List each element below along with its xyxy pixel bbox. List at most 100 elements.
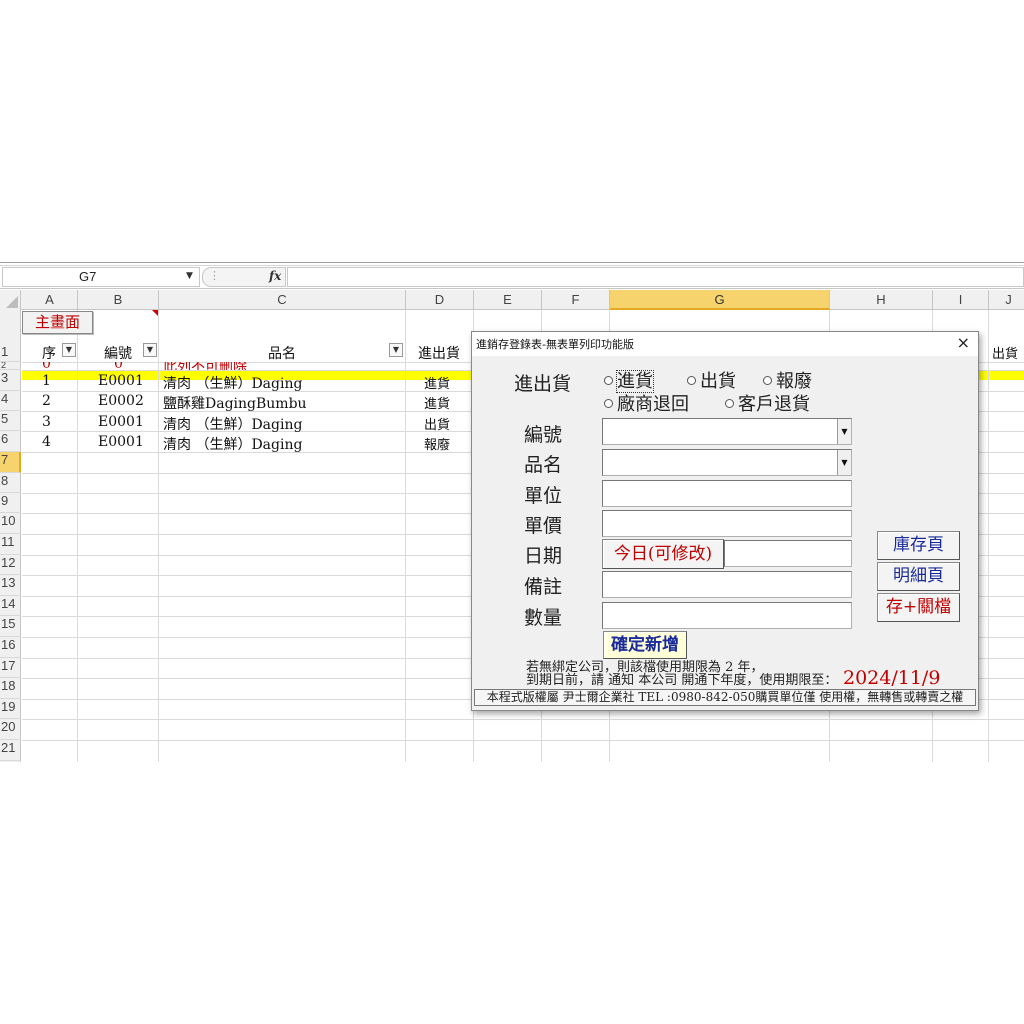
radio-vendor-return[interactable]: 廠商退回 — [604, 390, 689, 416]
column-header-i[interactable]: I — [933, 290, 989, 310]
row-header[interactable]: 3 — [0, 370, 21, 391]
radio-circle-icon — [604, 376, 613, 385]
chevron-down-icon[interactable]: ▼ — [837, 419, 851, 444]
header-name: 品名 — [268, 346, 296, 362]
table-cell-code[interactable]: E0002 — [98, 393, 144, 409]
column-header-d[interactable]: D — [406, 290, 474, 310]
row-header[interactable]: 11 — [0, 534, 21, 555]
table-cell-type[interactable]: 報廢 — [424, 434, 450, 453]
row-header[interactable]: 5 — [0, 411, 21, 431]
row-header[interactable]: 9 — [0, 493, 21, 513]
header-seq: 序 — [42, 346, 56, 362]
chevron-down-icon[interactable]: ▼ — [837, 450, 851, 475]
price-field[interactable] — [602, 510, 852, 537]
label-qty: 數量 — [524, 607, 563, 629]
table-cell-code[interactable]: E0001 — [98, 414, 144, 430]
close-icon[interactable]: × — [957, 333, 970, 352]
table-cell-code[interactable]: E0001 — [98, 434, 144, 450]
name-box[interactable]: G7 — [2, 267, 200, 287]
detail-page-button[interactable]: 明細頁 — [877, 562, 960, 591]
table-cell-seq[interactable]: 1 — [42, 373, 51, 389]
license-note-line2: 到期日前，請 通知 本公司 開通下年度，使用期限至： — [526, 673, 838, 688]
label-remark: 備註 — [524, 576, 563, 598]
radio-circle-icon — [763, 376, 772, 385]
column-header-g[interactable]: G — [610, 290, 830, 310]
remark-field[interactable] — [602, 571, 852, 598]
column-header-j[interactable]: J — [989, 290, 1024, 310]
qty-field[interactable] — [602, 602, 852, 629]
row-header[interactable]: 18 — [0, 678, 21, 699]
row-header[interactable]: 10 — [0, 513, 21, 534]
row-2-code: 0 — [114, 362, 123, 370]
column-header-c[interactable]: C — [159, 290, 406, 310]
row-header[interactable]: 15 — [0, 616, 21, 637]
column-header-a[interactable]: A — [22, 290, 78, 310]
row-header[interactable]: 2 — [0, 362, 21, 370]
page: G7 ▼ ⋮ fx A B C D E F G H I J 1 2 3 4 5 … — [0, 0, 1024, 1024]
table-cell-name[interactable]: 鹽酥雞DagingBumbu — [163, 393, 307, 413]
table-cell-type[interactable]: 進貨 — [424, 373, 450, 392]
column-header-b[interactable]: B — [78, 290, 159, 310]
inventory-page-button[interactable]: 庫存頁 — [877, 531, 960, 560]
main-menu-button[interactable]: 主畫面 — [22, 311, 93, 334]
select-all-corner[interactable] — [0, 290, 21, 310]
date-field[interactable] — [724, 540, 852, 567]
label-price: 單價 — [524, 515, 563, 537]
row-header[interactable]: 19 — [0, 699, 21, 719]
filter-dropdown-icon[interactable]: ▼ — [143, 343, 157, 357]
column-header-e[interactable]: E — [474, 290, 542, 310]
row-header[interactable]: 1 — [0, 310, 21, 362]
row-header-selected[interactable]: 7 — [0, 452, 21, 473]
table-cell-type[interactable]: 出貨 — [424, 414, 450, 433]
table-cell-name[interactable]: 清肉 （生鮮）Daging — [163, 434, 302, 454]
label-date: 日期 — [524, 545, 563, 567]
row-header[interactable]: 8 — [0, 473, 21, 493]
row-headers: 1 2 3 4 5 6 7 8 9 10 11 12 13 14 15 16 1… — [0, 310, 21, 762]
comment-indicator — [152, 310, 158, 316]
label-unit: 單位 — [524, 485, 563, 507]
table-cell-name[interactable]: 清肉 （生鮮）Daging — [163, 373, 302, 393]
dialog-title: 進銷存登錄表-無表單列印功能版 — [476, 338, 634, 351]
table-cell-type[interactable]: 進貨 — [424, 393, 450, 412]
row-header[interactable]: 17 — [0, 658, 21, 678]
table-cell-name[interactable]: 清肉 （生鮮）Daging — [163, 414, 302, 434]
confirm-add-button[interactable]: 確定新增 — [603, 631, 687, 659]
label-inout: 進出貨 — [514, 373, 572, 395]
table-cell-code[interactable]: E0001 — [98, 373, 144, 389]
row-header[interactable]: 12 — [0, 555, 21, 575]
header-inout: 進出貨 — [418, 346, 460, 362]
radio-circle-icon — [604, 399, 613, 408]
table-cell-seq[interactable]: 2 — [42, 393, 51, 409]
column-header-h[interactable]: H — [830, 290, 933, 310]
name-box-dropdown-icon[interactable]: ▼ — [186, 271, 193, 281]
today-button[interactable]: 今日(可修改) — [602, 539, 724, 569]
column-header-f[interactable]: F — [542, 290, 610, 310]
row-header[interactable]: 16 — [0, 637, 21, 658]
grip-icon: ⋮ — [209, 269, 220, 282]
insert-function-icon[interactable]: fx — [269, 269, 281, 283]
unit-field[interactable] — [602, 480, 852, 507]
formula-input[interactable] — [287, 267, 1024, 287]
row-header[interactable]: 20 — [0, 719, 21, 740]
name-combobox[interactable]: ▼ — [602, 449, 852, 476]
dialog-title-bar[interactable]: 進銷存登錄表-無表單列印功能版 × — [472, 332, 978, 356]
header-code: 編號 — [104, 346, 132, 362]
header-right-col: 出貨 — [992, 347, 1019, 362]
save-close-button[interactable]: 存+關檔 — [877, 593, 960, 622]
row-header[interactable]: 4 — [0, 391, 21, 411]
code-combobox[interactable]: ▼ — [602, 418, 852, 445]
label-code: 編號 — [524, 424, 563, 446]
row-2-seq: 0 — [42, 362, 51, 370]
filter-dropdown-icon[interactable]: ▼ — [62, 343, 76, 357]
table-cell-seq[interactable]: 4 — [42, 434, 51, 450]
row-header[interactable]: 21 — [0, 740, 21, 761]
radio-circle-icon — [687, 376, 696, 385]
inventory-entry-dialog: 進銷存登錄表-無表單列印功能版 × 進出貨 進貨 出貨 報廢 廠商退回 客戶退貨… — [471, 331, 979, 711]
expiry-date: 2024/11/9 — [843, 667, 941, 689]
table-cell-seq[interactable]: 3 — [42, 414, 51, 430]
radio-customer-return[interactable]: 客戶退貨 — [725, 390, 810, 416]
row-header[interactable]: 13 — [0, 575, 21, 596]
filter-dropdown-icon[interactable]: ▼ — [389, 343, 403, 357]
row-header[interactable]: 14 — [0, 596, 21, 616]
row-header[interactable]: 6 — [0, 431, 21, 452]
